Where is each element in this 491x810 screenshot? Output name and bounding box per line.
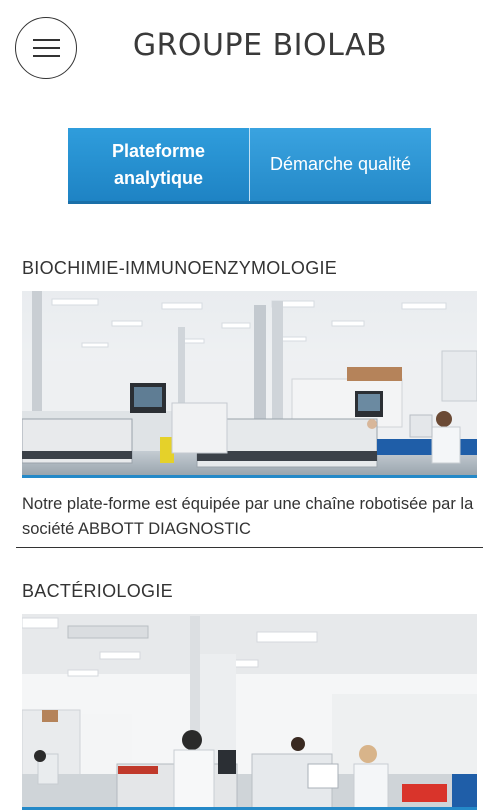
tab-plateforme-analytique[interactable]: Plateforme analytique [68, 128, 249, 201]
tab-bar: Plateforme analytique Démarche qualité [68, 128, 431, 204]
section-title: BACTÉRIOLOGIE [22, 581, 173, 601]
tab-label: Plateforme analytique [111, 140, 206, 188]
laboratory-automation-photo [22, 291, 477, 478]
section-divider [16, 547, 483, 548]
site-title: GROUPE BIOLAB [132, 28, 388, 63]
section-biochimie: BIOCHIMIE-IMMUNOENZYMOLOGIE [22, 258, 477, 279]
site-header: GROUPE BIOLAB [0, 0, 491, 100]
section-title: BIOCHIMIE-IMMUNOENZYMOLOGIE [22, 258, 338, 278]
section-bacteriologie: BACTÉRIOLOGIE [22, 581, 477, 602]
menu-button[interactable] [15, 17, 77, 79]
bacteriology-lab-photo [22, 614, 477, 810]
section-description: Notre plate-forme est équipée par une ch… [22, 495, 474, 538]
hamburger-menu-icon [33, 39, 60, 57]
tab-label: Démarche qualité [269, 154, 412, 174]
tab-demarche-qualite[interactable]: Démarche qualité [249, 128, 431, 201]
